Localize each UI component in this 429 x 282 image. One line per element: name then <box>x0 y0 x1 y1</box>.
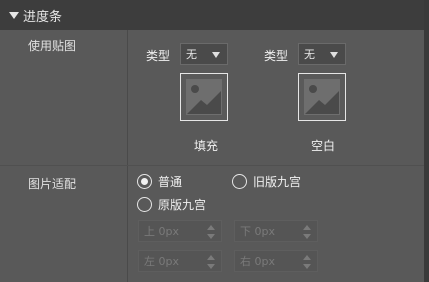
image-placeholder-icon <box>304 79 340 115</box>
blank-type-select[interactable]: 无 <box>298 43 346 65</box>
slice-top-value: 上 0px <box>144 225 179 238</box>
fill-image-thumbnail[interactable] <box>180 73 228 121</box>
blank-caption: 空白 <box>311 139 336 153</box>
stepper-arrows-icon[interactable] <box>207 255 215 269</box>
label-column <box>0 30 128 282</box>
blank-image-thumbnail[interactable] <box>298 73 346 121</box>
use-texture-label: 使用贴图 <box>28 39 77 53</box>
fill-type-value: 无 <box>186 48 197 61</box>
fit-option-original-nine-slice[interactable]: 原版九宫 <box>137 196 206 213</box>
image-placeholder-icon <box>186 79 222 115</box>
fit-option-label: 原版九宫 <box>158 198 207 212</box>
dropdown-arrow-icon <box>212 52 220 58</box>
slice-left-value: 左 0px <box>144 255 179 268</box>
fill-caption: 填充 <box>194 139 219 153</box>
fit-option-legacy-nine-slice[interactable]: 旧版九宫 <box>232 173 301 190</box>
panel-scrollbar[interactable] <box>424 0 429 282</box>
section-header[interactable]: 进度条 <box>0 0 429 30</box>
slice-bottom-input[interactable]: 下 0px <box>234 220 318 242</box>
slice-right-input[interactable]: 右 0px <box>234 250 318 272</box>
stepper-arrows-icon[interactable] <box>303 255 311 269</box>
image-fit-label: 图片适配 <box>28 177 77 191</box>
fit-option-label: 普通 <box>158 175 183 189</box>
blank-type-label: 类型 <box>264 49 289 63</box>
slice-top-input[interactable]: 上 0px <box>138 220 222 242</box>
fill-type-label: 类型 <box>146 49 171 63</box>
radio-unchecked-icon <box>232 174 247 189</box>
radio-unchecked-icon <box>137 197 152 212</box>
dropdown-arrow-icon <box>330 52 338 58</box>
fit-option-normal[interactable]: 普通 <box>137 173 182 190</box>
blank-type-value: 无 <box>304 48 315 61</box>
fill-type-select[interactable]: 无 <box>180 43 228 65</box>
fit-option-label: 旧版九宫 <box>253 175 302 189</box>
slice-bottom-value: 下 0px <box>240 225 275 238</box>
slice-left-input[interactable]: 左 0px <box>138 250 222 272</box>
radio-checked-icon <box>137 174 152 189</box>
row-divider <box>0 165 424 166</box>
slice-right-value: 右 0px <box>240 255 275 268</box>
stepper-arrows-icon[interactable] <box>303 225 311 239</box>
collapse-triangle-icon[interactable] <box>9 11 19 19</box>
stepper-arrows-icon[interactable] <box>207 225 215 239</box>
section-title: 进度条 <box>23 9 63 25</box>
